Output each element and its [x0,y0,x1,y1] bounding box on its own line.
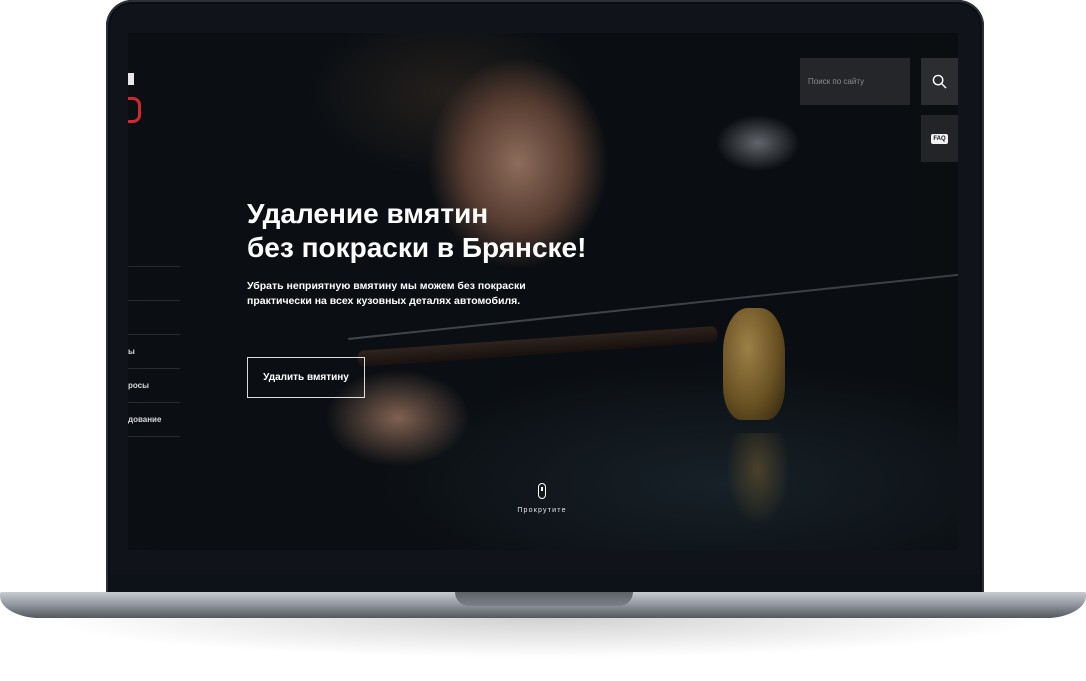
scroll-hint-label: Прокрутите [517,507,567,514]
laptop-notch [455,592,633,606]
faq-label: FAQ [931,133,948,144]
hero-title-line1: Удаление вмятин [247,198,489,229]
side-menu: ы росы дование [128,266,180,437]
logo-mark-red [128,97,141,123]
hero-subtitle: Убрать неприятную вмятину мы можем без п… [247,280,526,307]
laptop-chin [110,574,980,594]
site-logo[interactable] [128,73,142,123]
laptop-shadow [40,618,1046,658]
side-menu-item[interactable]: росы [128,369,180,403]
hero-title: Удаление вмятин без покраски в Брянске! [247,197,707,265]
search-input[interactable] [800,58,910,105]
side-menu-item-label: дование [128,415,162,424]
faq-button[interactable]: FAQ [921,115,958,162]
side-menu-item[interactable] [128,301,180,335]
mouse-scroll-icon [538,483,546,499]
search-icon [932,74,947,89]
side-menu-item-label: ы [128,347,135,356]
side-menu-item[interactable]: ы [128,335,180,369]
remove-dent-button[interactable]: Удалить вмятину [247,357,365,398]
scroll-hint[interactable]: Прокрутите [502,483,582,514]
logo-mark-white [128,73,134,85]
website-screen: ы росы дование FAQ Удаление вмятин без п… [128,33,958,550]
side-menu-item[interactable]: дование [128,403,180,437]
side-menu-item-label: росы [128,381,149,390]
hero-title-line2: без покраски в Брянске! [247,232,587,263]
side-menu-item[interactable] [128,266,180,301]
search-button[interactable] [921,58,958,105]
